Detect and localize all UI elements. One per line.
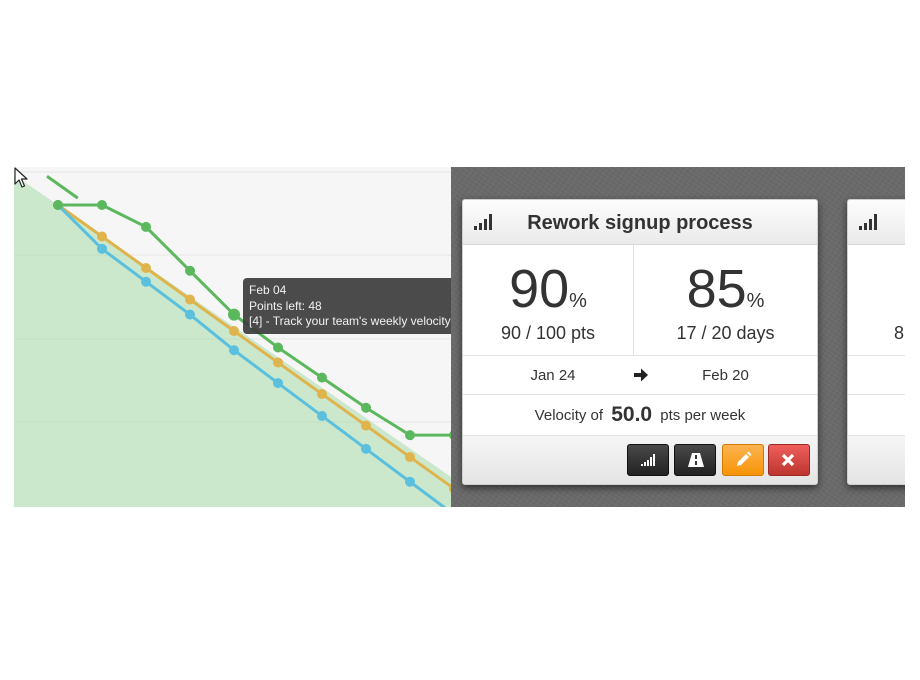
data-point	[405, 476, 415, 487]
data-point	[361, 402, 371, 413]
date-range	[848, 356, 905, 395]
velocity-row	[848, 395, 905, 436]
data-point	[317, 410, 327, 421]
end-date: Feb 20	[702, 367, 749, 384]
velocity-prefix: Velocity of	[534, 407, 604, 424]
card-stats: ( 8	[848, 245, 905, 356]
card-title[interactable]: Rework signup process	[463, 212, 817, 235]
board-background: Rework signup process 90% 90 / 100 pts 8…	[451, 167, 905, 507]
tooltip-story: [4] - Track your team's weekly velocity	[249, 314, 451, 328]
data-point	[361, 420, 371, 431]
card-actions	[463, 436, 817, 484]
data-point	[97, 231, 107, 242]
road-button[interactable]	[674, 444, 716, 476]
days-percent-unit: %	[746, 290, 765, 312]
signal-bars-icon	[859, 214, 880, 230]
data-point	[273, 378, 283, 389]
tooltip-date: Feb 04	[249, 283, 287, 297]
data-point	[273, 342, 283, 353]
burndown-chart	[14, 171, 451, 507]
data-point	[141, 263, 151, 274]
points-stat: 90% 90 / 100 pts	[463, 245, 634, 355]
screenshot: Feb 04 Points left: 48 [4] - Track your …	[14, 167, 905, 507]
road-icon	[688, 453, 704, 467]
data-point	[97, 243, 107, 254]
points-stat: ( 8	[848, 245, 905, 355]
card-stats: 90% 90 / 100 pts 85% 17 / 20 days	[463, 245, 817, 356]
velocity-row: Velocity of 50.0 pts per week	[463, 395, 817, 436]
signal-bars-icon	[641, 454, 655, 466]
tooltip-points-left: Points left: 48	[249, 298, 322, 313]
edit-button[interactable]	[722, 444, 764, 476]
velocity-value: 50.0	[611, 403, 653, 426]
delete-button[interactable]	[768, 444, 810, 476]
data-point	[229, 345, 239, 356]
points-percent-unit: %	[569, 290, 587, 312]
velocity-suffix: pts per week	[660, 407, 746, 424]
days-progress: 17 / 20 days	[676, 323, 775, 343]
data-point	[228, 308, 240, 321]
card-actions	[848, 436, 905, 484]
data-point	[185, 294, 195, 305]
data-point	[361, 443, 371, 454]
data-point	[141, 221, 151, 232]
points-percent: 90	[509, 259, 570, 319]
project-card[interactable]: Rework signup process 90% 90 / 100 pts 8…	[462, 199, 818, 485]
chart-tooltip: Feb 04 Points left: 48 [4] - Track your …	[243, 278, 451, 334]
chart-button[interactable]	[627, 444, 669, 476]
days-stat: 85% 17 / 20 days	[634, 245, 817, 355]
data-point	[185, 265, 195, 276]
data-point	[53, 200, 63, 210]
data-point	[229, 326, 239, 337]
card-header	[848, 200, 905, 245]
data-point	[405, 430, 415, 441]
data-point	[405, 452, 415, 463]
burndown-chart-panel: Feb 04 Points left: 48 [4] - Track your …	[14, 167, 451, 507]
days-percent: 85	[686, 259, 747, 319]
date-range: Jan 24 Feb 20	[463, 356, 817, 395]
pencil-icon	[737, 451, 752, 466]
data-point	[141, 276, 151, 287]
series-line	[46, 175, 79, 200]
mouse-cursor-icon	[14, 167, 28, 188]
start-date: Jan 24	[530, 367, 576, 384]
card-header: Rework signup process	[463, 200, 817, 245]
data-point	[317, 389, 327, 400]
points-progress: 8	[894, 323, 905, 343]
points-progress: 90 / 100 pts	[500, 323, 596, 343]
close-icon	[781, 453, 795, 467]
data-point	[185, 309, 195, 320]
data-point	[317, 372, 327, 383]
data-point	[273, 357, 283, 368]
project-card-2[interactable]: ( 8	[847, 199, 905, 485]
data-point	[97, 200, 107, 210]
